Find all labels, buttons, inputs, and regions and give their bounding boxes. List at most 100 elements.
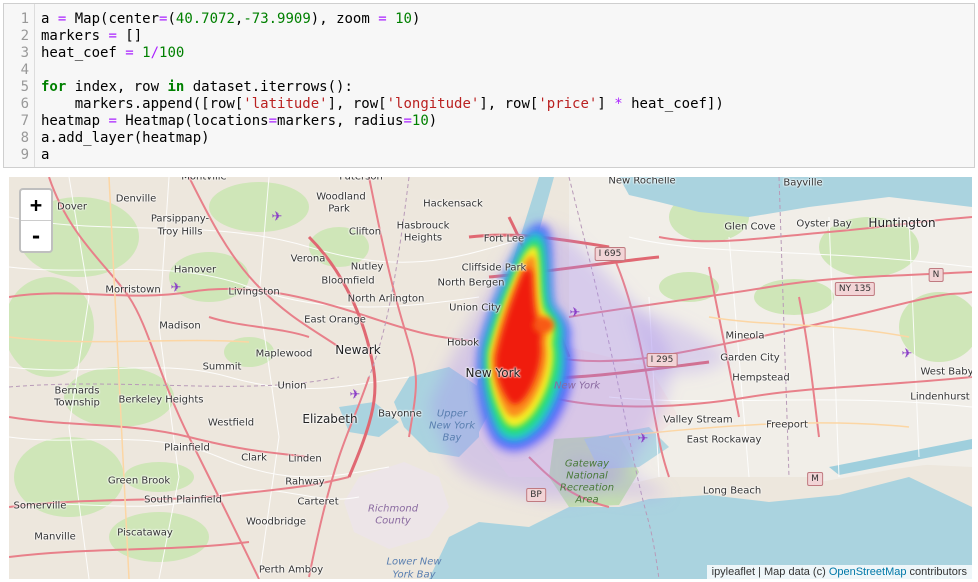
code-line[interactable]: 1a = Map(center=(40.7072,-73.9909), zoom… — [4, 11, 974, 28]
code-token: = — [378, 11, 387, 27]
place-label: Hasbrouck — [396, 220, 450, 232]
place-label: York Bay — [392, 569, 436, 580]
code-line[interactable]: 4 — [4, 62, 974, 79]
code-cell[interactable]: 1a = Map(center=(40.7072,-73.9909), zoom… — [3, 3, 975, 168]
place-label: Clifton — [348, 226, 382, 238]
place-label: Troy Hills — [157, 226, 203, 238]
code-line[interactable]: 7 heatmap = Heatmap(locations=markers, ra… — [4, 113, 974, 130]
place-label: Fort Lee — [483, 233, 525, 245]
zoom-out-button[interactable]: - — [21, 221, 51, 251]
place-label: Union City — [449, 302, 501, 314]
code-token: a — [41, 11, 58, 27]
code-token: a.add_layer(heatmap) — [41, 130, 210, 146]
place-label: Valley Stream — [663, 414, 733, 426]
place-label: New York — [465, 366, 521, 380]
place-label: Lindenhurst — [910, 391, 970, 403]
map-widget[interactable]: Montville Paterson New Rochelle Bayville Den… — [9, 177, 972, 579]
place-label: Hackensack — [423, 198, 483, 210]
zoom-in-button[interactable]: + — [21, 190, 51, 221]
place-label: Summit — [202, 361, 242, 373]
code-token: ] — [597, 96, 615, 112]
line-number: 6 — [20, 96, 29, 112]
place-label: West Baby — [920, 366, 972, 378]
code-token: ), zoom — [310, 11, 379, 27]
place-label: Hobok — [447, 337, 479, 349]
place-label: Freeport — [766, 419, 808, 431]
place-label: Hanover — [173, 264, 217, 276]
line-number: 4 — [20, 62, 29, 78]
code-token: markers, radius — [277, 113, 404, 129]
code-token: 10 — [395, 11, 412, 27]
zoom-control: + - — [19, 188, 53, 253]
code-token: / — [150, 45, 160, 61]
place-label: Livingston — [228, 286, 280, 298]
place-label: Heights — [403, 232, 443, 244]
attribution-prefix: ipyleaflet | Map data (c) — [711, 566, 829, 578]
place-label: Clark — [241, 452, 267, 464]
code-token: 'price' — [538, 96, 598, 112]
place-label: Somerville — [13, 500, 67, 512]
place-label: Bloomfield — [321, 275, 375, 287]
place-label: Woodland — [316, 191, 366, 203]
place-label: Verona — [290, 253, 326, 265]
place-label: Denville — [115, 193, 157, 205]
airport-icon: ✈ — [349, 387, 361, 403]
place-label: Manville — [34, 531, 76, 543]
code-line[interactable]: 8 a.add_layer(heatmap) — [4, 130, 974, 147]
place-label: New Rochelle — [608, 177, 676, 187]
place-label: Dover — [57, 201, 87, 213]
route-shield: M — [807, 472, 823, 486]
code-token: markers — [41, 28, 109, 44]
place-label: Upper — [436, 408, 468, 420]
code-token: = — [403, 113, 412, 129]
code-token: ) — [428, 113, 438, 129]
place-label: Piscataway — [117, 527, 173, 539]
code-token: = — [108, 113, 117, 129]
code-token: ) — [411, 11, 421, 27]
place-label: Woodbridge — [246, 516, 306, 528]
code-token: 10 — [411, 113, 429, 129]
code-token: ], row[ — [479, 96, 539, 112]
place-label: Huntington — [868, 216, 936, 230]
place-label: County — [375, 515, 411, 527]
place-label: Oyster Bay — [796, 218, 852, 230]
place-label: Bayville — [783, 177, 823, 189]
place-label: Green Brook — [107, 475, 171, 487]
code-line[interactable]: 2 markers = [] — [4, 28, 974, 45]
code-line[interactable]: 5 for index, row in dataset.iterrows(): — [4, 79, 974, 96]
code-token: = — [125, 45, 134, 61]
airport-icon: ✈ — [271, 209, 283, 225]
code-line[interactable]: 9a — [4, 147, 974, 164]
place-label: Long Beach — [702, 485, 762, 497]
openstreetmap-link[interactable]: OpenStreetMap — [829, 566, 907, 578]
place-label: Carteret — [297, 496, 339, 508]
line-number: 3 — [20, 45, 29, 61]
line-number: 7 — [20, 113, 29, 129]
place-label: East Orange — [304, 314, 366, 326]
place-label: Lower New — [386, 556, 442, 568]
code-token: = — [268, 113, 278, 129]
place-label: Elizabeth — [302, 412, 358, 426]
place-label: Linden — [288, 453, 322, 465]
code-token: Map(center — [66, 11, 160, 27]
airport-icon: ✈ — [901, 346, 913, 362]
place-label: Bayonne — [378, 408, 422, 420]
code-token: heatmap — [41, 113, 109, 129]
place-label: Parsippany- — [150, 213, 210, 225]
line-number: 5 — [20, 79, 29, 95]
map-attribution: ipyleaflet | Map data (c) OpenStreetMap … — [706, 565, 972, 579]
attribution-suffix: contributors — [906, 566, 967, 578]
code-token: heat_coef — [41, 45, 126, 61]
code-line[interactable]: 6 markers.append([row['latitude'], row['… — [4, 96, 974, 113]
place-label: Newark — [335, 343, 381, 357]
place-label: Bernards — [54, 385, 100, 397]
code-token: for — [41, 79, 67, 95]
route-shield: BP — [526, 488, 546, 502]
place-label: Perth Amboy — [258, 564, 324, 576]
place-label: Westfield — [207, 417, 255, 429]
route-shield: N — [928, 268, 944, 282]
code-token: 1 — [142, 45, 151, 61]
code-line[interactable]: 3 heat_coef = 1/100 — [4, 45, 974, 62]
place-label: Paterson — [339, 177, 383, 183]
